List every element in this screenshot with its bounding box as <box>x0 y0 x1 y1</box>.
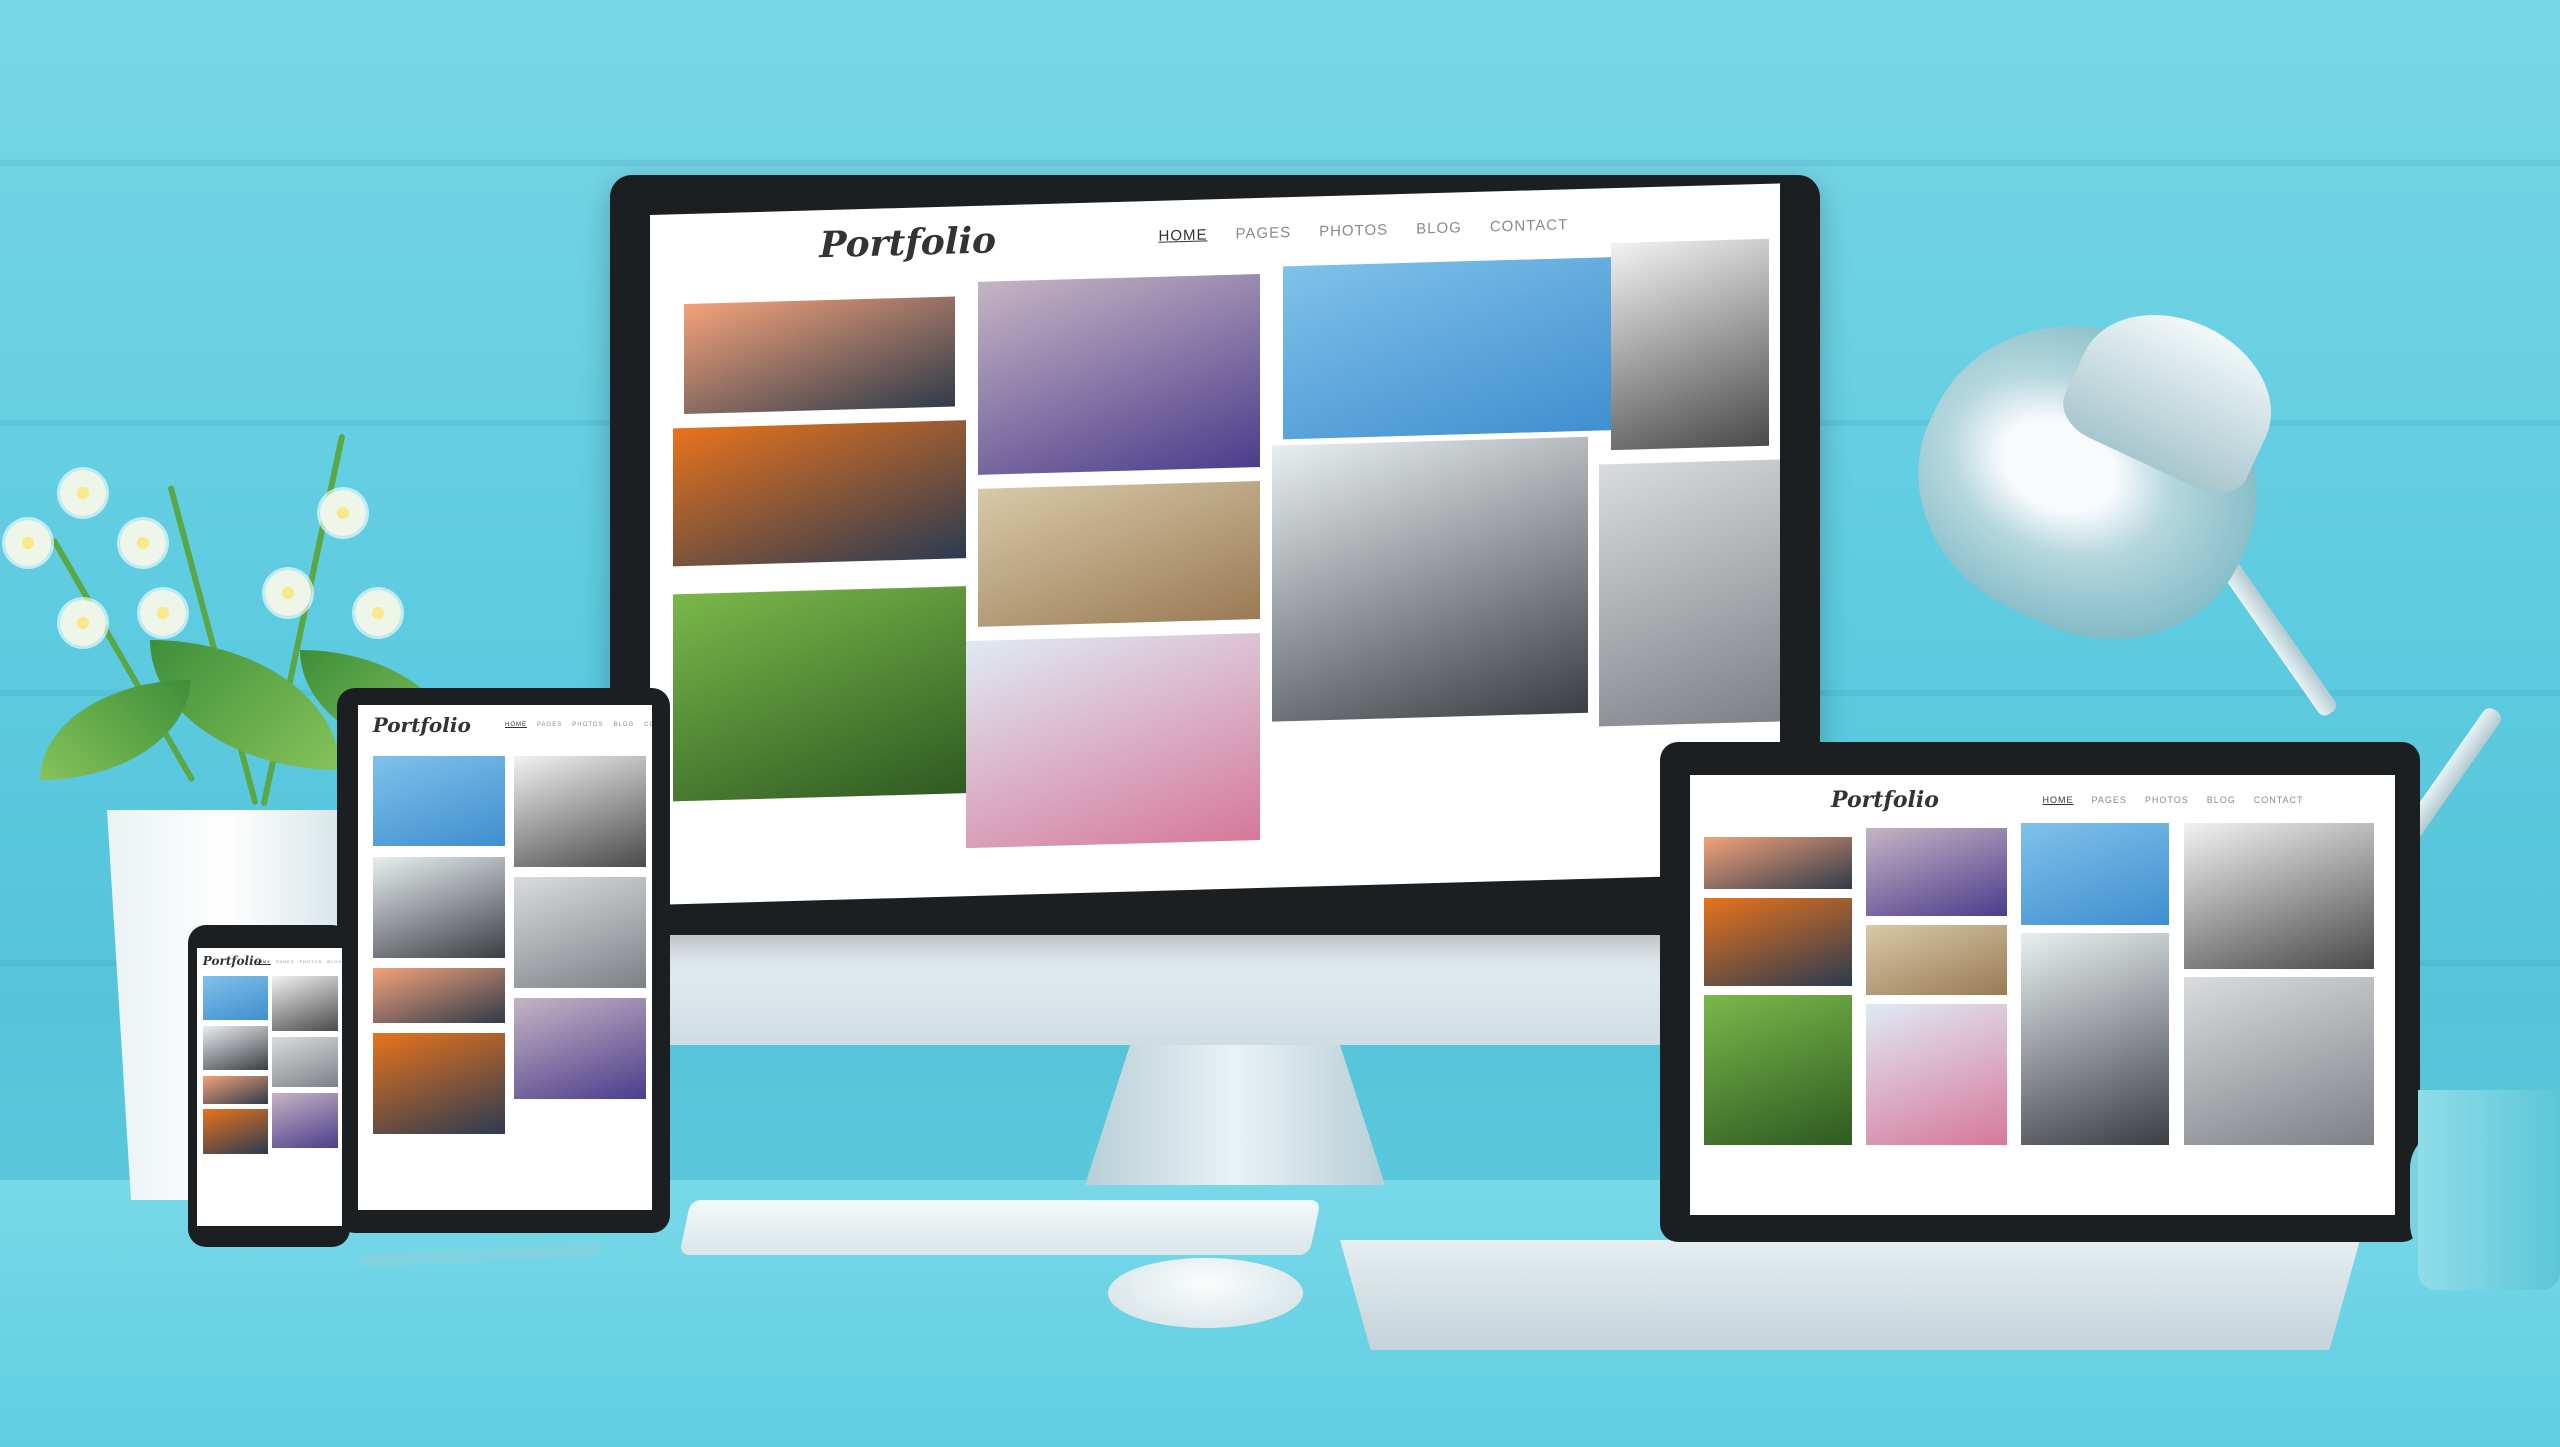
orchid-flower <box>265 570 311 616</box>
sea-waves-photo[interactable] <box>513 876 647 988</box>
foggy-village-photo[interactable] <box>372 856 505 958</box>
sea-waves-photo[interactable] <box>272 1036 338 1087</box>
phone-screen: PortfolioHOMEPAGESPHOTOSBLOGCONTACT <box>197 948 342 1226</box>
sunset-sailboats-photo[interactable] <box>372 967 505 1024</box>
steel-bridge-photo[interactable] <box>1610 238 1769 451</box>
wireless-mouse <box>1108 1258 1303 1328</box>
coastal-town-photo[interactable] <box>1866 924 2008 995</box>
wireless-keyboard <box>679 1200 1321 1255</box>
steel-bridge-photo[interactable] <box>513 755 647 867</box>
site-nav: HOMEPAGESPHOTOSBLOGCONTACT <box>255 959 342 964</box>
sunset-sailboats-photo[interactable] <box>1704 836 1853 890</box>
nav-link-photos[interactable]: PHOTOS <box>2145 795 2189 805</box>
nav-link-home[interactable]: HOME <box>1159 226 1208 244</box>
monitor-chin <box>610 935 1820 1045</box>
orchid-flower <box>140 590 186 636</box>
monitor-screen: Portfolio HOME PAGES PHOTOS BLOG CONTACT <box>650 183 1780 905</box>
workspace-scene: Portfolio HOME PAGES PHOTOS BLOG CONTACT Port… <box>0 0 2560 1447</box>
wall-plank <box>0 160 2560 166</box>
nav-link-blog[interactable]: BLOG <box>2207 795 2236 805</box>
nav-link-contact[interactable]: CONTACT <box>644 722 652 728</box>
orchid-flower <box>355 590 401 636</box>
site-header: Portfolio HOME PAGES PHOTOS BLOG CONTACT <box>1690 775 2395 825</box>
orchid-flower <box>120 520 166 566</box>
grape-hyacinth-photo[interactable] <box>1866 827 2008 916</box>
laptop-keyboard-base <box>1340 1240 2360 1350</box>
site-nav: HOME PAGES PHOTOS BLOG CONTACT <box>1159 216 1569 244</box>
site-nav: HOME PAGES PHOTOS BLOG CONTACT <box>505 722 652 728</box>
nav-link-pages[interactable]: PAGES <box>2092 795 2127 805</box>
foggy-village-photo[interactable] <box>2021 933 2170 1145</box>
starfish-photo[interactable] <box>372 1033 505 1135</box>
nav-link-photos[interactable]: PHOTOS <box>1319 221 1388 240</box>
jellyfish-photo[interactable] <box>372 755 505 847</box>
sea-waves-photo[interactable] <box>1599 459 1780 727</box>
foggy-village-photo[interactable] <box>1271 437 1588 723</box>
steel-bridge-photo[interactable] <box>2183 823 2374 969</box>
nav-link-home[interactable]: HOME <box>505 722 527 728</box>
nav-link-pages[interactable]: PAGES <box>537 722 562 728</box>
nav-link-pages[interactable]: PAGES <box>276 959 295 964</box>
orchid-flower <box>60 600 106 646</box>
jellyfish-photo[interactable] <box>202 975 269 1021</box>
green-moss-photo[interactable] <box>1704 995 1853 1145</box>
green-moss-photo[interactable] <box>672 585 967 801</box>
tablet-screen: Portfolio HOME PAGES PHOTOS BLOG CONTACT <box>358 705 652 1210</box>
grape-hyacinth-photo[interactable] <box>977 273 1261 475</box>
jellyfish-photo[interactable] <box>2021 823 2170 925</box>
starfish-photo[interactable] <box>672 420 967 567</box>
jellyfish-photo[interactable] <box>1282 256 1622 439</box>
monitor-stand <box>1085 1045 1385 1185</box>
laptop-screen: Portfolio HOME PAGES PHOTOS BLOG CONTACT <box>1690 775 2395 1215</box>
nav-link-contact[interactable]: CONTACT <box>2254 795 2304 805</box>
nav-link-pages[interactable]: PAGES <box>1236 224 1292 243</box>
sea-waves-photo[interactable] <box>2183 977 2374 1145</box>
starfish-photo[interactable] <box>202 1109 269 1154</box>
site-header: Portfolio HOME PAGES PHOTOS BLOG CONTACT <box>358 705 652 745</box>
pink-blossom-photo[interactable] <box>1866 1003 2008 1145</box>
nav-link-home[interactable]: HOME <box>2043 795 2074 805</box>
steel-bridge-photo[interactable] <box>272 975 338 1032</box>
site-header: PortfolioHOMEPAGESPHOTOSBLOGCONTACT <box>197 948 342 974</box>
foggy-village-photo[interactable] <box>202 1025 269 1071</box>
starfish-photo[interactable] <box>1704 898 1853 987</box>
site-logo[interactable]: Portfolio <box>820 219 997 266</box>
site-logo[interactable]: Portfolio <box>1831 787 1939 813</box>
site-logo[interactable]: Portfolio <box>373 713 471 737</box>
grape-hyacinth-photo[interactable] <box>272 1092 338 1149</box>
nav-link-blog[interactable]: BLOG <box>613 722 634 728</box>
site-nav: HOME PAGES PHOTOS BLOG CONTACT <box>2043 795 2304 805</box>
sunset-sailboats-photo[interactable] <box>683 296 956 415</box>
nav-link-blog[interactable]: BLOG <box>327 959 342 964</box>
coastal-town-photo[interactable] <box>977 480 1261 627</box>
grape-hyacinth-photo[interactable] <box>513 997 647 1099</box>
coffee-mug <box>2418 1090 2560 1290</box>
pink-blossom-photo[interactable] <box>966 632 1261 848</box>
orchid-flower <box>320 490 366 536</box>
nav-link-home[interactable]: HOME <box>255 959 271 964</box>
site-logo[interactable]: Portfolio <box>203 954 262 968</box>
nav-link-photos[interactable]: PHOTOS <box>572 722 603 728</box>
nav-link-contact[interactable]: CONTACT <box>1490 216 1568 235</box>
orchid-flower <box>5 520 51 566</box>
orchid-flower <box>60 470 106 516</box>
sunset-sailboats-photo[interactable] <box>202 1075 269 1104</box>
nav-link-blog[interactable]: BLOG <box>1416 219 1462 237</box>
nav-link-photos[interactable]: PHOTOS <box>300 959 323 964</box>
